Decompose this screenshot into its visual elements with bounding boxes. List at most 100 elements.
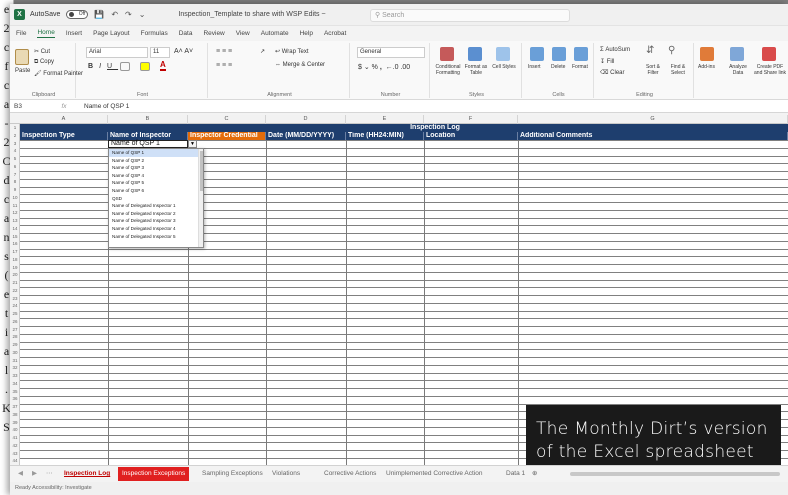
fill-color-icon[interactable] — [140, 62, 150, 71]
delete-cells-icon[interactable] — [552, 47, 566, 61]
font-color-icon[interactable]: A — [160, 61, 166, 71]
sheet-tab[interactable]: Inspection Log — [64, 467, 110, 481]
dropdown-option[interactable]: Name of QSP 1 — [109, 149, 203, 157]
format-cells-icon[interactable] — [574, 47, 588, 61]
copy-button[interactable]: ⧉ Copy — [34, 59, 54, 66]
validation-dropdown-list[interactable]: Name of QSP 1 Name of QSP 2 Name of QSP 3N… — [108, 148, 204, 248]
dropdown-option[interactable]: Name of Delegated Inspector 1 — [109, 202, 203, 210]
conditional-formatting-label[interactable]: Conditional Formatting — [434, 64, 462, 76]
borders-icon[interactable] — [120, 62, 130, 71]
merge-center-button[interactable]: ⇔ Merge & Center — [275, 62, 325, 68]
cell-styles-icon[interactable] — [496, 47, 510, 61]
menu-tab-acrobat[interactable]: Acrobat — [324, 30, 346, 37]
format-painter-button[interactable]: 🖌 Format Painter — [34, 70, 83, 77]
sort-filter-label[interactable]: Sort & Filter — [642, 64, 664, 76]
dropdown-scrollbar[interactable] — [198, 149, 203, 247]
create-pdf-label[interactable]: Create PDF and Share link — [754, 64, 786, 76]
search-box[interactable]: ⚲ Search — [370, 9, 570, 22]
add-sheet-icon[interactable]: ⊕ — [532, 467, 537, 481]
dropdown-option[interactable]: Name of Delegated Inspector 2 — [109, 210, 203, 218]
autosum-button[interactable]: Σ AutoSum — [600, 47, 630, 53]
dropdown-option[interactable]: Name of QSP 6 — [109, 187, 203, 195]
name-box[interactable]: B3 — [10, 103, 44, 110]
horizontal-scrollbar[interactable] — [570, 472, 780, 476]
dropdown-option[interactable]: Name of QSP 3 — [109, 164, 203, 172]
sheet-tab[interactable]: Unimplemented Corrective Action — [386, 467, 482, 481]
fx-icon[interactable]: fx — [44, 103, 84, 110]
number-format-select[interactable]: General — [357, 47, 425, 58]
orientation-icon[interactable]: ↗ — [260, 48, 265, 55]
menu-tab-home[interactable]: Home — [37, 29, 55, 38]
wrap-text-button[interactable]: ↩ Wrap Text — [275, 48, 309, 55]
delete-label[interactable]: Delete — [551, 64, 565, 70]
menu-tab-page-layout[interactable]: Page Layout — [93, 30, 130, 37]
menu-tab-view[interactable]: View — [236, 30, 250, 37]
cut-button[interactable]: ✂ Cut — [34, 48, 50, 55]
dropdown-arrow-icon[interactable]: ▼ — [188, 140, 197, 148]
column-header-f[interactable]: F — [424, 115, 518, 124]
analyze-data-label[interactable]: Analyze Data — [724, 64, 752, 76]
column-header-a[interactable]: A — [20, 115, 108, 124]
tab-more-icon[interactable]: ⋯ — [46, 467, 53, 481]
column-header-c[interactable]: C — [188, 115, 266, 124]
conditional-formatting-icon[interactable] — [440, 47, 454, 61]
dropdown-scroll-thumb[interactable] — [200, 151, 203, 191]
paste-icon[interactable] — [15, 49, 29, 65]
dropdown-option[interactable]: Name of Delegated Inspector 5 — [109, 233, 203, 241]
currency-percent-icons[interactable]: $ ⌄ % , ←.0 .00 — [358, 63, 410, 71]
font-name-select[interactable]: Arial — [86, 47, 148, 58]
undo-icon[interactable]: ↶ — [111, 10, 118, 19]
column-header-e[interactable]: E — [346, 115, 424, 124]
insert-cells-icon[interactable] — [530, 47, 544, 61]
find-select-icon[interactable]: ⚲ — [668, 45, 675, 56]
sheet-tab[interactable]: Violations — [272, 467, 300, 481]
dropdown-option[interactable]: QSD — [109, 195, 203, 203]
clear-button[interactable]: ⌫ Clear — [600, 69, 625, 76]
menu-tab-file[interactable]: File — [16, 30, 26, 37]
dropdown-option[interactable]: Name of QSP 2 — [109, 157, 203, 165]
menu-tab-automate[interactable]: Automate — [261, 30, 289, 37]
align-left-icons[interactable]: ≡ ≡ ≡ — [216, 62, 232, 69]
autosave-toggle[interactable]: Off — [63, 10, 89, 19]
dropdown-option[interactable]: Name of QSP 4 — [109, 172, 203, 180]
bold-italic-underline-buttons[interactable]: BIU — [88, 63, 118, 70]
addins-icon[interactable] — [700, 47, 714, 61]
formula-input[interactable]: Name of QSP 1 — [84, 103, 129, 110]
format-as-table-icon[interactable] — [468, 47, 482, 61]
font-size-select[interactable]: 11 — [150, 47, 170, 58]
font-grow-icon[interactable]: A˄ A˅ — [174, 48, 193, 55]
align-top-icons[interactable]: ≡ ≡ ≡ — [216, 48, 232, 55]
analyze-data-icon[interactable] — [730, 47, 744, 61]
menu-tab-formulas[interactable]: Formulas — [141, 30, 168, 37]
sheet-tab[interactable]: Corrective Actions — [324, 467, 376, 481]
menu-tab-review[interactable]: Review — [203, 30, 224, 37]
column-header-b[interactable]: B — [108, 115, 188, 124]
find-select-label[interactable]: Find & Select — [666, 64, 690, 76]
cell-styles-label[interactable]: Cell Styles — [492, 64, 516, 70]
sort-filter-icon[interactable]: ⇵ — [646, 45, 654, 56]
redo-icon[interactable]: ↷ — [125, 10, 132, 19]
format-as-table-label[interactable]: Format as Table — [464, 64, 488, 76]
fill-button[interactable]: ↧ Fill — [600, 58, 614, 65]
menu-tab-insert[interactable]: Insert — [66, 30, 82, 37]
sheet-tab[interactable]: Inspection Exceptions — [118, 467, 190, 481]
active-cell[interactable]: Name of QSP 1 — [108, 140, 188, 148]
sheet-tab[interactable]: Data 1 — [506, 467, 525, 481]
tab-scroll-left-icon[interactable]: ◀ — [18, 467, 23, 481]
create-pdf-icon[interactable] — [762, 47, 776, 61]
customize-qat-icon[interactable]: ⌄ — [139, 10, 146, 19]
dropdown-option[interactable]: Name of Delegated Inspector 4 — [109, 225, 203, 233]
sheet-tab[interactable]: Sampling Exceptions — [202, 467, 263, 481]
tab-scroll-right-icon[interactable]: ▶ — [32, 467, 37, 481]
menu-tab-help[interactable]: Help — [300, 30, 313, 37]
column-header-d[interactable]: D — [266, 115, 346, 124]
addins-label[interactable]: Add-ins — [698, 64, 715, 70]
column-header-g[interactable]: G — [518, 115, 788, 124]
dropdown-option[interactable]: Name of Delegated Inspector 3 — [109, 217, 203, 225]
insert-label[interactable]: Insert — [528, 64, 541, 70]
format-label[interactable]: Format — [572, 64, 588, 70]
dropdown-option[interactable]: Name of QSP 5 — [109, 179, 203, 187]
paste-label[interactable]: Paste — [15, 68, 30, 74]
save-icon[interactable]: 💾 — [94, 10, 104, 19]
menu-tab-data[interactable]: Data — [179, 30, 193, 37]
